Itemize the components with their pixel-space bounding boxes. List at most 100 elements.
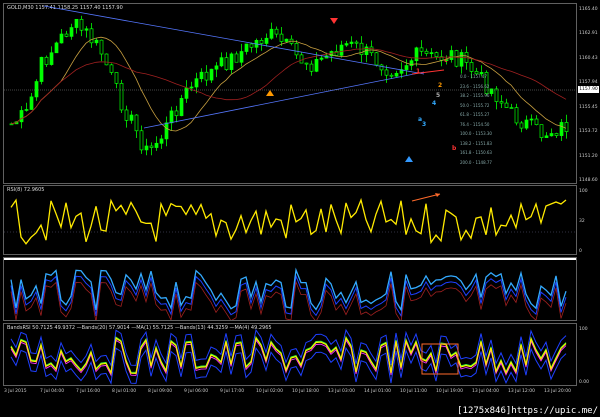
candle-body [519, 122, 524, 129]
time-axis-label: 13 Jul 12:00 [508, 389, 535, 394]
fibo-level-label: 76.4 - 1154.50 [460, 121, 490, 127]
candle-body [34, 81, 39, 98]
candle-body [339, 44, 344, 56]
candle-body [499, 101, 504, 104]
candle-body [529, 118, 534, 121]
candle-body [84, 28, 89, 31]
candle-body [394, 72, 399, 77]
axis-tick: 1155.45 [579, 104, 598, 110]
candle-body [64, 33, 69, 37]
candle-body [129, 114, 134, 121]
candle-body [79, 18, 84, 31]
time-axis-label: 9 Jul 06:00 [184, 389, 209, 394]
time-axis-label: 13 Jul 20:00 [544, 389, 571, 394]
candle-body [59, 33, 64, 44]
candle-body [389, 74, 394, 77]
axis-tick: 100 [579, 327, 588, 332]
candle-body [69, 27, 74, 37]
rsi-axis: 100 32 0 [578, 185, 600, 255]
candle-body [384, 69, 389, 76]
wave-label: 5 [436, 92, 441, 99]
candle-body [269, 28, 274, 39]
candle-body [249, 43, 254, 48]
candle-body [354, 41, 359, 44]
candle-body [179, 98, 184, 117]
candle-body [504, 102, 509, 108]
time-axis-label: 10 Jul 19:00 [436, 389, 463, 394]
rsi-pane[interactable]: RSI(8) 72.9605 [3, 185, 577, 255]
candle-body [554, 133, 559, 136]
oscillator-pane[interactable] [3, 257, 577, 321]
rsi-line [10, 197, 567, 245]
wave-label: 3 [422, 121, 427, 128]
candle-body [564, 122, 569, 132]
candle-body [539, 124, 544, 138]
candle-body [559, 122, 564, 136]
candle-body [454, 50, 459, 67]
fibo-level-label: 61.8 - 1155.27 [460, 112, 490, 117]
axis-tick: 1151.20 [579, 153, 598, 159]
candle-body [379, 64, 384, 71]
candle-body [294, 43, 299, 56]
axis-tick: 100 [579, 189, 588, 194]
time-axis-label: 13 Jul 04:00 [472, 389, 499, 394]
axis-tick: 0 [579, 249, 582, 254]
oscillator-chart-svg [4, 258, 576, 320]
candle-body [309, 63, 314, 72]
candle-body [154, 142, 159, 148]
candle-body [44, 56, 49, 65]
candle-body [229, 53, 234, 70]
candle-body [314, 58, 319, 72]
bands-axis: 100 0.00 [578, 323, 600, 386]
fibo-level-label: 200.0 - 1148.77 [460, 159, 492, 165]
candle-body [94, 39, 99, 44]
fibo-level-label: 161.8 - 1150.63 [460, 150, 492, 155]
time-axis-label: 7 Jul 04:00 [40, 389, 65, 394]
axis-tick: 0.00 [579, 380, 590, 385]
time-axis-label: 10 Jul 18:00 [292, 389, 319, 394]
fibo-level-label: 23.6 - 1156.62 [460, 83, 490, 89]
candle-body [434, 52, 439, 58]
candle-body [149, 145, 154, 148]
candle-body [429, 52, 434, 54]
candle-body [259, 40, 264, 44]
fibo-level-label: 138.2 - 1151.83 [460, 140, 492, 146]
candle-body [534, 118, 539, 126]
time-axis-label: 8 Jul 09:00 [148, 389, 173, 394]
wave-label: c [444, 57, 448, 64]
current-price-label: 1157.90 [578, 86, 599, 93]
candle-body [29, 96, 34, 110]
candle-body [424, 50, 429, 54]
candle-body [419, 47, 424, 52]
wave-label: b [452, 145, 457, 152]
candle-body [449, 50, 454, 60]
candle-body [234, 53, 239, 63]
rsi-chart-svg [4, 193, 576, 245]
fibo-level-label: 50.0 - 1155.72 [460, 102, 490, 108]
candle-body [344, 43, 349, 46]
time-axis-label: 9 Jul 17:00 [220, 389, 245, 394]
axis-tick: 1160.43 [579, 55, 598, 61]
rsi-trend-arrow [411, 193, 441, 202]
wave-label: 4 [432, 100, 437, 107]
candle-body [144, 145, 149, 151]
time-axis-label: 13 Jul 03:00 [328, 389, 355, 394]
candle-body [174, 110, 179, 117]
candle-body [404, 65, 409, 70]
pane-top-border [4, 258, 576, 260]
up-arrow-marker-blue [405, 156, 413, 162]
candle-body [119, 83, 124, 111]
time-axis-label: 7 Jul 16:00 [76, 389, 101, 394]
price-chart-svg [4, 5, 576, 162]
axis-tick: 1148.60 [579, 178, 598, 183]
bands-rsi-pane[interactable]: BandsRSI 50.7125 49.9372 —Bands(20) 57.9… [3, 323, 577, 386]
candle-body [319, 57, 324, 60]
candle-body [514, 107, 519, 124]
watermark: [1275x846]https://upic.me/ [457, 406, 598, 416]
candle-body [184, 87, 189, 99]
candle-body [189, 86, 194, 89]
candle-body [24, 109, 29, 111]
wave-label: 1 [416, 68, 421, 75]
candle-body [549, 133, 554, 137]
price-chart-pane[interactable]: GOLD,M30 1157.41 1158.25 1157.40 1157.90… [3, 3, 577, 184]
